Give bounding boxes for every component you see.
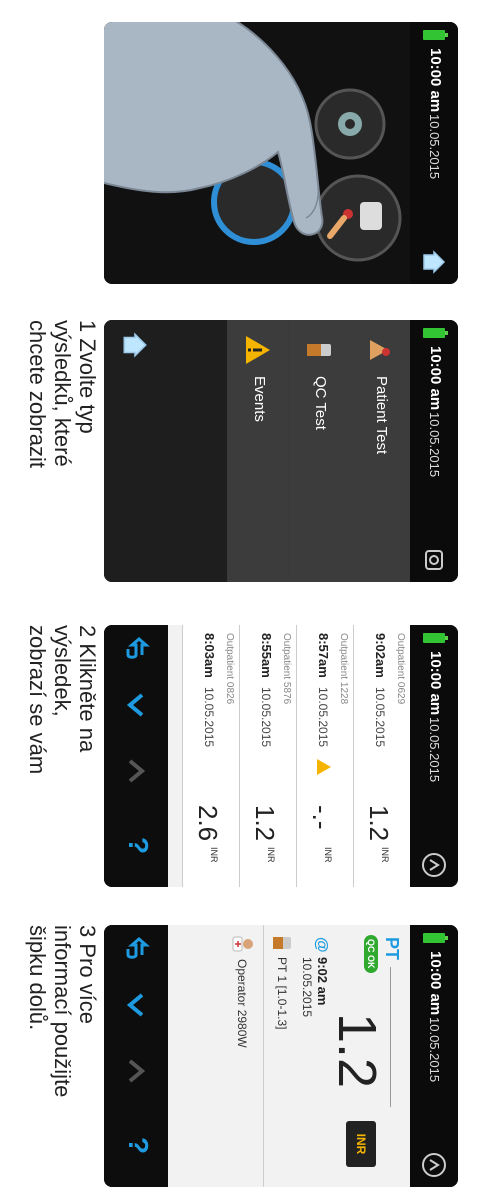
qc-vial-icon — [307, 344, 331, 356]
patient-id: Outpatient 1228 — [338, 633, 349, 705]
result-detail-panel: PT QC OK 1.2 INR @ 9:02 am 10.05.2015 PT… — [168, 925, 410, 1187]
status-date: 10.05.2015 — [427, 412, 442, 478]
warning-icon — [317, 759, 331, 775]
result-value: -.- — [307, 805, 337, 830]
results-menu-device: 10:00 am 10.05.2015 Patient Test QC Test… — [104, 320, 458, 582]
results-icon — [425, 550, 443, 570]
result-detail-device: 10:00 am 10.05.2015 PT QC OK 1.2 INR @ 9… — [104, 925, 458, 1187]
status-date: 10.05.2015 — [427, 717, 442, 783]
result-row[interactable]: Outpatient 1228 8:57am 10.05.2015 -.- IN… — [296, 625, 353, 887]
results-icon — [422, 853, 446, 877]
help-button[interactable]: ? — [122, 1137, 154, 1154]
menu-item-events[interactable]: Events — [227, 320, 288, 582]
status-time: 10:00 am — [427, 346, 444, 411]
status-bar: 10:00 am 10.05.2015 — [410, 625, 458, 887]
home-screen-device: 10:00 am 10.05.2015 — [104, 22, 458, 284]
scroll-up-icon[interactable] — [120, 1055, 152, 1087]
result-time: 8:55am — [259, 633, 274, 678]
results-list-device: 10:00 am 10.05.2015 Outpatient 0629 9:02… — [104, 625, 458, 887]
menu-item-label: Patient Test — [373, 376, 390, 455]
result-row[interactable]: Outpatient 5876 8:55am 10.05.2015 1.2 IN… — [239, 625, 296, 887]
operator-icon — [232, 936, 253, 952]
back-icon[interactable] — [122, 635, 150, 663]
result-value: 2.6 — [193, 805, 223, 842]
operator-id: Operator 2980W — [235, 959, 249, 1048]
status-time: 10:00 am — [427, 651, 444, 716]
patient-id: Outpatient 5876 — [281, 633, 292, 705]
warning-icon — [246, 336, 270, 364]
patient-id: Outpatient 0629 — [395, 633, 406, 705]
result-unit: INR — [323, 847, 333, 863]
test-type: PT — [382, 937, 402, 961]
step-3-caption: 3 Pro více informací použijte šipku dolů… — [25, 925, 100, 1098]
scroll-up-icon[interactable] — [120, 755, 152, 787]
status-bar: 10:00 am 10.05.2015 — [410, 320, 458, 582]
result-date: 10.05.2015 — [316, 687, 330, 748]
result-time: 8:03am — [202, 633, 217, 678]
unit-badge: INR — [346, 1121, 376, 1167]
result-date: 10.05.2015 — [300, 957, 314, 1018]
back-icon[interactable] — [122, 935, 150, 963]
result-date: 10.05.2015 — [373, 687, 387, 748]
result-time: 9:02 am — [315, 957, 330, 1006]
results-icon — [422, 1153, 446, 1177]
result-row[interactable]: Outpatient 0629 9:02am 10.05.2015 1.2 IN… — [353, 625, 410, 887]
scroll-down-icon[interactable] — [120, 689, 152, 721]
step-2-caption: 2 Klikněte na výsledek, zobrazí se vám — [25, 625, 100, 775]
result-value: 1.2 — [250, 805, 280, 842]
strip-info: PT 1 [1.0-1.3] — [275, 957, 289, 1030]
battery-icon — [423, 633, 448, 643]
help-button[interactable]: ? — [122, 837, 154, 854]
home-icon[interactable] — [120, 330, 150, 360]
menu-item-patient-test[interactable]: Patient Test — [349, 320, 410, 582]
battery-icon — [423, 933, 448, 943]
result-value: 1.2 — [364, 805, 394, 842]
result-unit: INR — [209, 847, 219, 863]
patient-test-icon — [370, 340, 390, 360]
battery-icon — [423, 328, 448, 338]
result-row[interactable]: Outpatient 0826 8:03am 10.05.2015 2.6 IN… — [182, 625, 239, 887]
qc-ok-badge: QC OK — [364, 935, 378, 973]
nav-bar: ? — [104, 925, 168, 1187]
status-date: 10.05.2015 — [427, 1017, 442, 1083]
result-time: 9:02am — [373, 633, 388, 678]
result-unit: INR — [266, 847, 276, 863]
result-date: 10.05.2015 — [259, 687, 273, 748]
result-unit: INR — [380, 847, 390, 863]
menu-item-label: Events — [251, 376, 268, 422]
nav-bar: ? — [104, 625, 168, 887]
status-time: 10:00 am — [427, 951, 444, 1016]
step-1-caption: 1 Zvolte typ výsledků, které chcete zobr… — [25, 320, 100, 468]
status-bar: 10:00 am 10.05.2015 — [410, 925, 458, 1187]
scroll-down-icon[interactable] — [120, 989, 152, 1021]
result-date: 10.05.2015 — [202, 687, 216, 748]
menu-item-qc-test[interactable]: QC Test — [288, 320, 349, 582]
strip-vial-icon — [273, 937, 291, 949]
results-list: Outpatient 0629 9:02am 10.05.2015 1.2 IN… — [168, 625, 410, 887]
clock-icon: @ — [313, 937, 330, 953]
patient-id: Outpatient 0826 — [224, 633, 235, 705]
menu-item-label: QC Test — [312, 376, 329, 430]
result-value: 1.2 — [327, 1013, 387, 1089]
pointing-hand — [104, 22, 324, 236]
result-time: 8:57am — [316, 633, 331, 678]
